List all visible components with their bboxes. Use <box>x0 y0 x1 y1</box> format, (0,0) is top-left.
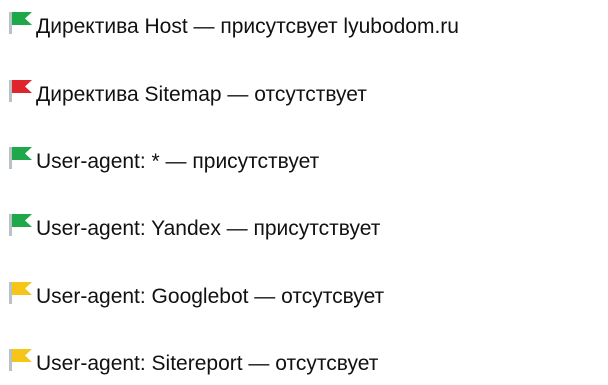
check-text: Директива Sitemap — отсутствует <box>36 83 367 106</box>
green-flag-icon <box>8 146 34 170</box>
yellow-flag-icon <box>8 348 34 372</box>
check-text: User-agent: Yandex — присутствует <box>36 217 381 240</box>
check-item-user-agent-googlebot: User-agent: Googlebot — отсутсвует <box>8 282 384 312</box>
check-text: User-agent: Sitereport — отсутсвует <box>36 352 379 375</box>
check-item-user-agent-sitereport: User-agent: Sitereport — отсутсвует <box>8 349 378 379</box>
yellow-flag-icon <box>8 281 34 305</box>
green-flag-icon <box>8 11 34 35</box>
green-flag-icon <box>8 213 34 237</box>
check-item-sitemap: Директива Sitemap — отсутствует <box>8 80 367 110</box>
red-flag-icon <box>8 79 34 103</box>
check-text: User-agent: * — присутствует <box>36 150 320 173</box>
check-item-user-agent-all: User-agent: * — присутствует <box>8 147 319 177</box>
check-item-host: Директива Host — присутсвует lyubodom.ru <box>8 12 459 42</box>
check-text: Директива Host — присутсвует lyubodom.ru <box>36 15 459 38</box>
check-text: User-agent: Googlebot — отсутсвует <box>36 285 385 308</box>
check-item-user-agent-yandex: User-agent: Yandex — присутствует <box>8 214 380 244</box>
